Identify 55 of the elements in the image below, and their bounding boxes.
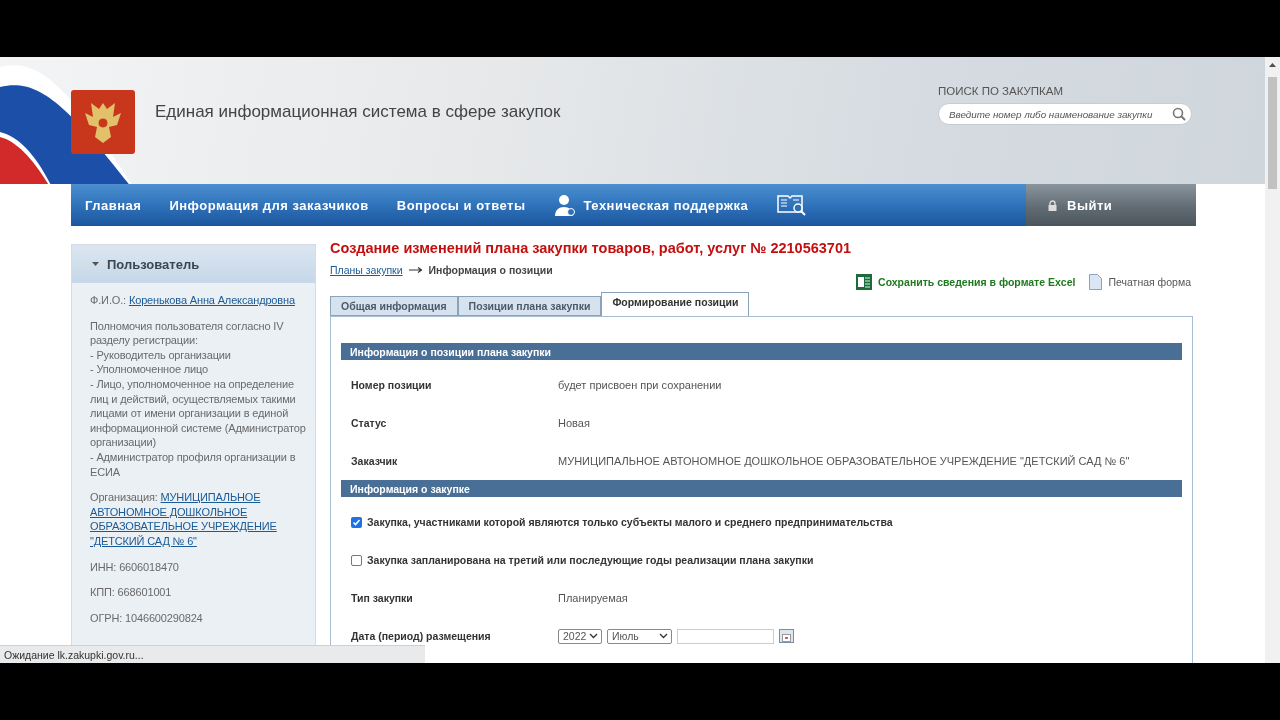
checkbox[interactable] (351, 554, 362, 566)
field-value: будет присвоен при сохранении (558, 379, 722, 391)
field-label: Заказчик (351, 455, 399, 467)
book-search-icon[interactable] (776, 193, 807, 217)
nav-link[interactable]: Информация для заказчиков (155, 184, 383, 226)
user-name-link[interactable]: Коренькова Анна Александровна (128, 294, 295, 306)
field-value: Новая (558, 417, 590, 429)
tab[interactable]: Позиции плана закупки (457, 296, 602, 316)
scrollbar-thumb[interactable] (1268, 77, 1277, 189)
scroll-up-icon[interactable] (1269, 63, 1276, 67)
section-header: Информация о закупке (341, 480, 1182, 497)
breadcrumb-current: Информация о позиции (428, 264, 553, 276)
tab[interactable]: Формирование позиции (601, 292, 750, 317)
breadcrumb-link[interactable]: Планы закупки (330, 264, 403, 276)
search-icon[interactable] (1172, 107, 1186, 121)
organization-detail: КПП: 668601001 (90, 585, 173, 600)
status-bar: Ожидание lk.zakupki.gov.ru... (0, 645, 425, 663)
calendar-button[interactable] (779, 629, 794, 643)
year-select[interactable]: 2022 (558, 628, 602, 644)
lock-icon (1048, 199, 1057, 211)
panel-header[interactable]: Пользователь (72, 245, 315, 283)
tab[interactable]: Общая информация (330, 296, 458, 316)
field-label: Дата (период) размещения (351, 630, 492, 642)
field-label: Тип закупки (351, 592, 414, 604)
nav-link[interactable]: Главная (71, 184, 156, 226)
search-field[interactable]: Введите номер либо наименование закупки (938, 103, 1192, 125)
nav-link[interactable]: Техническая поддержка (539, 184, 763, 226)
search-label: ПОИСК ПО ЗАКУПКАМ (938, 85, 1065, 97)
field-value: МУНИЦИПАЛЬНОЕ АВТОНОМНОЕ ДОШКОЛЬНОЕ ОБРАЗОВАТЕЛЬНОЕ УЧРЕЖДЕНИЕ "ДЕТСКИЙ САД № 6" (558, 455, 1130, 467)
excel-export-link[interactable]: Сохранить сведения в формате Excel (856, 274, 1076, 290)
site-title: Единая информационная система в сфере закупок (155, 102, 561, 122)
organization-text: Организация: МУНИЦИПАЛЬНОЕ АВТОНОМНОЕ ДОШКОЛЬНОЕ ОБРАЗОВАТЕЛЬНОЕ УЧРЕЖДЕНИЕ "ДЕТСКИЙ САД № 6" (90, 490, 278, 549)
month-select[interactable]: Июль (607, 628, 672, 644)
organization-detail: ИНН: 6606018470 (90, 559, 180, 575)
permissions-text: Полномочия пользователя согласно IV разделу регистрации: - Руководитель организации - Уполномоченное лицо - Лицо, уполномоченное на определение лиц и действий, осуществляемых такими лицами от имени организации в единой информационной системе (Администратор организации) - Администратор профиля организации в ЕСИА (90, 318, 307, 480)
document-icon (1089, 274, 1103, 290)
emblem-logo[interactable] (71, 90, 135, 154)
field-label: Номер позиции (351, 379, 433, 391)
chevron-down-icon (659, 633, 668, 639)
field-label: Статус (351, 417, 388, 429)
chevron-down-icon (589, 633, 598, 639)
checkbox[interactable] (351, 516, 362, 528)
organization-detail: ОГРН: 1046600290824 (90, 610, 204, 626)
logout-button[interactable]: Выйти (1026, 184, 1196, 226)
user-name-line: Ф.И.О.: Коренькова Анна Александровна (90, 293, 296, 308)
page-title: Создание изменений плана закупки товаров, работ, услуг № 2210563701 (330, 240, 853, 256)
nav-link[interactable]: Вопросы и ответы (382, 184, 540, 226)
panel-title: Пользователь (107, 256, 200, 272)
caret-icon (92, 262, 99, 266)
arrow-right-icon (408, 267, 423, 273)
field-value: Планируемая (558, 592, 628, 604)
spreadsheet-icon (856, 274, 873, 290)
date-input-field[interactable] (677, 628, 774, 644)
section-header: Информация о позиции плана закупки (341, 343, 1182, 360)
print-form-link[interactable]: Печатная форма (1089, 274, 1191, 290)
